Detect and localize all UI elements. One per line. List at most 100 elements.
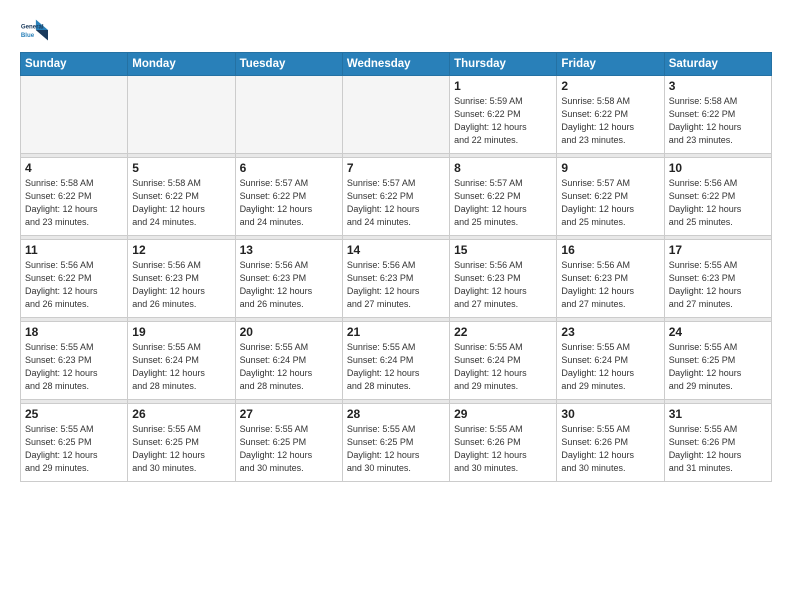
- day-number: 5: [132, 161, 230, 175]
- calendar-cell: 20 Sunrise: 5:55 AM Sunset: 6:24 PM Dayli…: [235, 322, 342, 400]
- calendar-cell: 10 Sunrise: 5:56 AM Sunset: 6:22 PM Dayli…: [664, 158, 771, 236]
- calendar-cell: 24 Sunrise: 5:55 AM Sunset: 6:25 PM Dayli…: [664, 322, 771, 400]
- calendar-cell: 17 Sunrise: 5:55 AM Sunset: 6:23 PM Dayli…: [664, 240, 771, 318]
- day-info: Sunrise: 5:57 AM Sunset: 6:22 PM Dayligh…: [454, 177, 552, 229]
- calendar-cell: 15 Sunrise: 5:56 AM Sunset: 6:23 PM Dayli…: [450, 240, 557, 318]
- calendar-cell: 22Sunrise: 5:55 AM Sunset: 6:24 PM Dayli…: [450, 322, 557, 400]
- day-info: Sunrise: 5:56 AM Sunset: 6:23 PM Dayligh…: [561, 259, 659, 311]
- day-number: 30: [561, 407, 659, 421]
- day-info: Sunrise: 5:56 AM Sunset: 6:23 PM Dayligh…: [454, 259, 552, 311]
- page: General Blue SundayMondayTuesdayWednesda…: [0, 0, 792, 612]
- calendar-cell: [342, 76, 449, 154]
- calendar-cell: [235, 76, 342, 154]
- svg-text:Blue: Blue: [21, 32, 35, 39]
- day-number: 4: [25, 161, 123, 175]
- calendar-cell: 14 Sunrise: 5:56 AM Sunset: 6:23 PM Dayli…: [342, 240, 449, 318]
- day-info: Sunrise: 5:56 AM Sunset: 6:22 PM Dayligh…: [25, 259, 123, 311]
- calendar-table: SundayMondayTuesdayWednesdayThursdayFrid…: [20, 52, 772, 482]
- day-number: 11: [25, 243, 123, 257]
- day-info: Sunrise: 5:55 AM Sunset: 6:23 PM Dayligh…: [25, 341, 123, 393]
- day-number: 9: [561, 161, 659, 175]
- calendar-cell: 4 Sunrise: 5:58 AM Sunset: 6:22 PM Daylig…: [21, 158, 128, 236]
- day-number: 10: [669, 161, 767, 175]
- day-info: Sunrise: 5:58 AM Sunset: 6:22 PM Dayligh…: [132, 177, 230, 229]
- calendar-cell: 13 Sunrise: 5:56 AM Sunset: 6:23 PM Dayli…: [235, 240, 342, 318]
- calendar-cell: [21, 76, 128, 154]
- day-number: 14: [347, 243, 445, 257]
- day-header-thursday: Thursday: [450, 53, 557, 76]
- day-info: Sunrise: 5:59 AM Sunset: 6:22 PM Dayligh…: [454, 95, 552, 147]
- day-info: Sunrise: 5:55 AM Sunset: 6:23 PM Dayligh…: [669, 259, 767, 311]
- day-info: Sunrise: 5:57 AM Sunset: 6:22 PM Dayligh…: [347, 177, 445, 229]
- logo-icon: General Blue: [20, 16, 48, 44]
- day-info: Sunrise: 5:56 AM Sunset: 6:22 PM Dayligh…: [669, 177, 767, 229]
- svg-text:General: General: [21, 23, 44, 30]
- day-number: 17: [669, 243, 767, 257]
- day-info: Sunrise: 5:55 AM Sunset: 6:25 PM Dayligh…: [240, 423, 338, 475]
- day-info: Sunrise: 5:57 AM Sunset: 6:22 PM Dayligh…: [561, 177, 659, 229]
- calendar-cell: 7 Sunrise: 5:57 AM Sunset: 6:22 PM Daylig…: [342, 158, 449, 236]
- day-header-sunday: Sunday: [21, 53, 128, 76]
- day-info: Sunrise: 5:55 AM Sunset: 6:25 PM Dayligh…: [669, 341, 767, 393]
- calendar-cell: [128, 76, 235, 154]
- day-header-tuesday: Tuesday: [235, 53, 342, 76]
- day-number: 13: [240, 243, 338, 257]
- calendar-cell: 26Sunrise: 5:55 AM Sunset: 6:25 PM Dayli…: [128, 404, 235, 482]
- day-info: Sunrise: 5:56 AM Sunset: 6:23 PM Dayligh…: [347, 259, 445, 311]
- day-number: 21: [347, 325, 445, 339]
- day-header-wednesday: Wednesday: [342, 53, 449, 76]
- day-number: 28: [347, 407, 445, 421]
- day-number: 24: [669, 325, 767, 339]
- calendar-cell: 30 Sunrise: 5:55 AM Sunset: 6:26 PM Dayli…: [557, 404, 664, 482]
- calendar-week-row: 1 Sunrise: 5:59 AM Sunset: 6:22 PM Daylig…: [21, 76, 772, 154]
- calendar-week-row: 18Sunrise: 5:55 AM Sunset: 6:23 PM Dayli…: [21, 322, 772, 400]
- day-number: 7: [347, 161, 445, 175]
- day-number: 16: [561, 243, 659, 257]
- day-info: Sunrise: 5:55 AM Sunset: 6:25 PM Dayligh…: [132, 423, 230, 475]
- day-info: Sunrise: 5:55 AM Sunset: 6:24 PM Dayligh…: [454, 341, 552, 393]
- calendar-week-row: 25 Sunrise: 5:55 AM Sunset: 6:25 PM Dayli…: [21, 404, 772, 482]
- day-number: 31: [669, 407, 767, 421]
- calendar-cell: 25Sunrise: 5:55 AM Sunset: 6:25 PM Dayli…: [21, 404, 128, 482]
- day-info: Sunrise: 5:55 AM Sunset: 6:24 PM Dayligh…: [561, 341, 659, 393]
- day-info: Sunrise: 5:55 AM Sunset: 6:26 PM Dayligh…: [454, 423, 552, 475]
- day-number: 19: [132, 325, 230, 339]
- calendar-cell: 6 Sunrise: 5:57 AM Sunset: 6:22 PM Daylig…: [235, 158, 342, 236]
- day-info: Sunrise: 5:55 AM Sunset: 6:24 PM Dayligh…: [347, 341, 445, 393]
- day-number: 23: [561, 325, 659, 339]
- day-number: 12: [132, 243, 230, 257]
- calendar-cell: 16 Sunrise: 5:56 AM Sunset: 6:23 PM Dayli…: [557, 240, 664, 318]
- day-number: 15: [454, 243, 552, 257]
- day-info: Sunrise: 5:55 AM Sunset: 6:26 PM Dayligh…: [669, 423, 767, 475]
- day-info: Sunrise: 5:58 AM Sunset: 6:22 PM Dayligh…: [669, 95, 767, 147]
- day-number: 1: [454, 79, 552, 93]
- day-info: Sunrise: 5:55 AM Sunset: 6:26 PM Dayligh…: [561, 423, 659, 475]
- calendar-cell: 21 Sunrise: 5:55 AM Sunset: 6:24 PM Dayli…: [342, 322, 449, 400]
- day-number: 29: [454, 407, 552, 421]
- day-info: Sunrise: 5:56 AM Sunset: 6:23 PM Dayligh…: [132, 259, 230, 311]
- calendar-week-row: 4 Sunrise: 5:58 AM Sunset: 6:22 PM Daylig…: [21, 158, 772, 236]
- calendar-cell: 1 Sunrise: 5:59 AM Sunset: 6:22 PM Daylig…: [450, 76, 557, 154]
- calendar-cell: 19Sunrise: 5:55 AM Sunset: 6:24 PM Dayli…: [128, 322, 235, 400]
- calendar-cell: 9 Sunrise: 5:57 AM Sunset: 6:22 PM Daylig…: [557, 158, 664, 236]
- calendar-cell: 29 Sunrise: 5:55 AM Sunset: 6:26 PM Dayli…: [450, 404, 557, 482]
- calendar-cell: 31 Sunrise: 5:55 AM Sunset: 6:26 PM Dayli…: [664, 404, 771, 482]
- day-number: 6: [240, 161, 338, 175]
- day-info: Sunrise: 5:56 AM Sunset: 6:23 PM Dayligh…: [240, 259, 338, 311]
- day-info: Sunrise: 5:58 AM Sunset: 6:22 PM Dayligh…: [25, 177, 123, 229]
- day-number: 25: [25, 407, 123, 421]
- day-header-monday: Monday: [128, 53, 235, 76]
- calendar-cell: 23 Sunrise: 5:55 AM Sunset: 6:24 PM Dayli…: [557, 322, 664, 400]
- calendar-week-row: 11 Sunrise: 5:56 AM Sunset: 6:22 PM Dayli…: [21, 240, 772, 318]
- day-number: 27: [240, 407, 338, 421]
- day-number: 20: [240, 325, 338, 339]
- day-number: 8: [454, 161, 552, 175]
- calendar-cell: 18Sunrise: 5:55 AM Sunset: 6:23 PM Dayli…: [21, 322, 128, 400]
- day-header-friday: Friday: [557, 53, 664, 76]
- calendar-cell: 8 Sunrise: 5:57 AM Sunset: 6:22 PM Daylig…: [450, 158, 557, 236]
- day-info: Sunrise: 5:57 AM Sunset: 6:22 PM Dayligh…: [240, 177, 338, 229]
- day-number: 3: [669, 79, 767, 93]
- day-info: Sunrise: 5:55 AM Sunset: 6:24 PM Dayligh…: [240, 341, 338, 393]
- calendar-header-row: SundayMondayTuesdayWednesdayThursdayFrid…: [21, 53, 772, 76]
- calendar-cell: 28Sunrise: 5:55 AM Sunset: 6:25 PM Dayli…: [342, 404, 449, 482]
